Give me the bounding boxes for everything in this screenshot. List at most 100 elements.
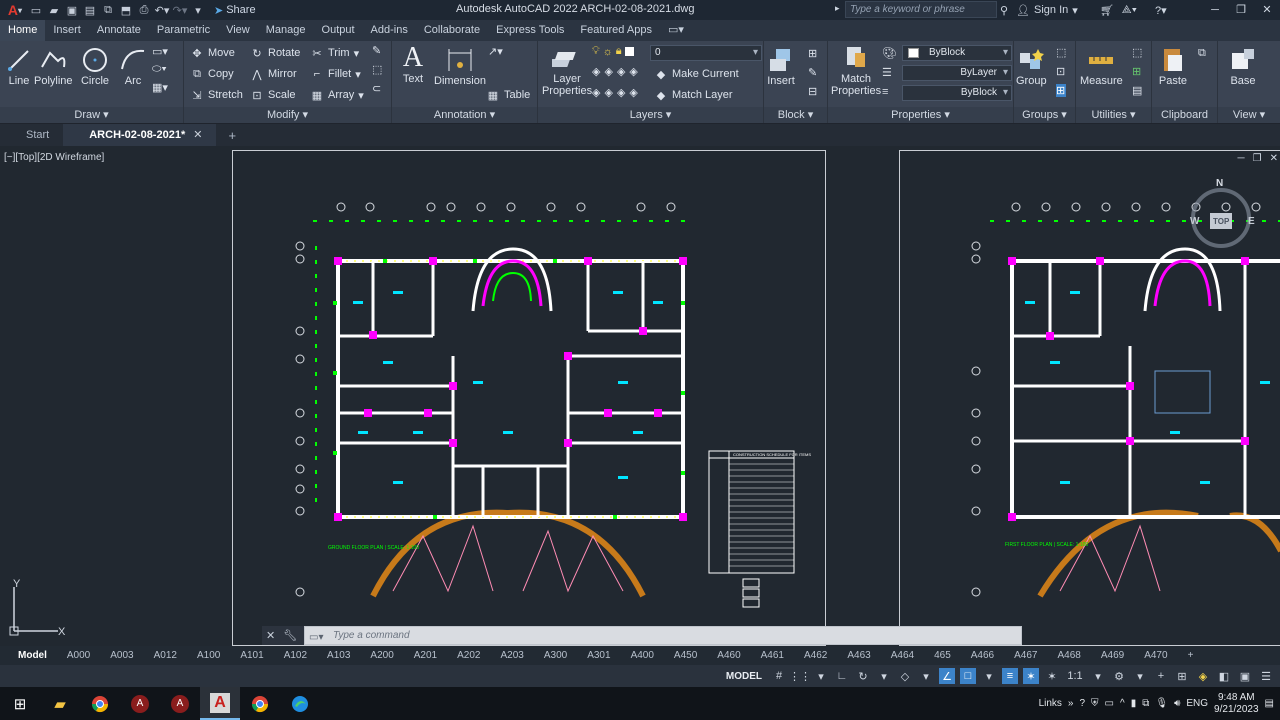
- isolate-objects-icon[interactable]: ◈: [1195, 668, 1211, 684]
- layer-dropdown[interactable]: 0: [650, 45, 762, 61]
- help-tray-icon[interactable]: ?: [1079, 698, 1085, 709]
- utilities-panel-label[interactable]: Utilities ▾: [1076, 107, 1151, 123]
- tab-collaborate[interactable]: Collaborate: [416, 20, 488, 41]
- chevron-down-icon[interactable]: ▾: [918, 668, 934, 684]
- layer-unlock-icon[interactable]: ◈: [604, 86, 612, 99]
- annotation-scale-icon[interactable]: ✶: [1044, 668, 1060, 684]
- layout-tab[interactable]: A103: [317, 646, 360, 665]
- group-select-icon[interactable]: ⊞: [1056, 84, 1067, 97]
- chevron-up-icon[interactable]: ^: [1120, 698, 1125, 709]
- modify-panel-label[interactable]: Modify ▾: [184, 107, 391, 123]
- fillet-button[interactable]: ⌐ Fillet ▾: [310, 65, 361, 83]
- file-explorer-icon[interactable]: ▰: [40, 687, 80, 720]
- tab-insert[interactable]: Insert: [45, 20, 89, 41]
- measure-tool[interactable]: Measure: [1080, 45, 1123, 87]
- layout-tab-model[interactable]: Model: [8, 646, 57, 665]
- array-button[interactable]: ▦ Array ▾: [310, 86, 364, 104]
- color-wheel-icon[interactable]: 🎨︎: [882, 46, 897, 60]
- workspace-gear-icon[interactable]: ⚙: [1111, 668, 1127, 684]
- command-prompt-icon[interactable]: ▭▾: [309, 629, 323, 646]
- create-block-icon[interactable]: ⊞: [808, 47, 817, 60]
- layout-tab[interactable]: A466: [961, 646, 1004, 665]
- annotation-panel-label[interactable]: Annotation ▾: [392, 107, 537, 123]
- windows-start-icon[interactable]: ⊞: [0, 687, 40, 720]
- calculator-icon[interactable]: ▤: [1132, 84, 1142, 97]
- hatch-icon[interactable]: ▦▾: [152, 81, 168, 94]
- tab-express-tools[interactable]: Express Tools: [488, 20, 572, 41]
- ribbon-toggle-icon[interactable]: ▭▾: [660, 20, 692, 41]
- chevron-down-icon[interactable]: ▾: [813, 668, 829, 684]
- tab-addins[interactable]: Add-ins: [363, 20, 416, 41]
- search-icon[interactable]: ⚲: [1000, 4, 1008, 17]
- rectangle-icon[interactable]: ▭▾: [152, 45, 168, 58]
- tab-start[interactable]: Start: [0, 124, 63, 146]
- shield-icon[interactable]: ⛨: [1091, 698, 1099, 709]
- table-button[interactable]: ▦ Table: [486, 86, 531, 104]
- match-layer-button[interactable]: ◆ Match Layer: [654, 86, 733, 104]
- tab-featured-apps[interactable]: Featured Apps: [572, 20, 660, 41]
- scale-value[interactable]: 1:1: [1065, 668, 1085, 684]
- group-tool[interactable]: Group: [1016, 45, 1047, 87]
- layout-tab[interactable]: A461: [751, 646, 794, 665]
- viewcube[interactable]: N TOP W E: [1186, 178, 1256, 248]
- layout-tab[interactable]: A450: [664, 646, 707, 665]
- chrome-profile-icon[interactable]: [240, 687, 280, 720]
- layout-tab[interactable]: A467: [1004, 646, 1047, 665]
- edge-icon[interactable]: [280, 687, 320, 720]
- links-toolbar[interactable]: Links: [1039, 698, 1062, 709]
- tab-active-drawing[interactable]: ARCH-02-08-2021* ✕: [63, 124, 217, 146]
- viewcube-top-face[interactable]: TOP: [1213, 217, 1229, 226]
- ungroup-icon[interactable]: ⬚: [1056, 46, 1066, 59]
- annotation-visibility-icon[interactable]: ✶: [1023, 668, 1039, 684]
- layout-tab[interactable]: A468: [1047, 646, 1090, 665]
- polyline-tool[interactable]: Polyline: [34, 45, 73, 87]
- volume-icon[interactable]: 🔊︎: [1174, 698, 1180, 709]
- leader-icon[interactable]: ↗▾: [488, 45, 503, 58]
- close-tab-icon[interactable]: ✕: [193, 129, 202, 141]
- plus-icon[interactable]: +: [1153, 668, 1169, 684]
- model-space-button[interactable]: MODEL: [722, 671, 766, 682]
- viewport-close-icon[interactable]: ✕: [1270, 153, 1278, 164]
- layout-tab[interactable]: A203: [490, 646, 533, 665]
- plot-icon[interactable]: ⎙: [136, 2, 152, 18]
- lightbulb-icon[interactable]: 💡︎: [592, 45, 600, 58]
- match-properties-tool[interactable]: Match Properties: [831, 43, 881, 97]
- chevron-right-icon[interactable]: ▸: [835, 3, 840, 14]
- circle-tool[interactable]: Circle: [80, 45, 110, 87]
- restore-icon[interactable]: ❐: [1228, 0, 1254, 20]
- clipboard-panel-label[interactable]: Clipboard: [1152, 107, 1217, 123]
- scale-button[interactable]: ⊡ Scale: [250, 86, 295, 104]
- lineweight-toggle-icon[interactable]: ≡: [1002, 668, 1018, 684]
- chevron-down-icon[interactable]: ▾: [1132, 668, 1148, 684]
- folder-tray-icon[interactable]: ▭: [1105, 698, 1114, 709]
- insert-tool[interactable]: Insert: [766, 45, 796, 87]
- object-snap-tracking-icon[interactable]: ∠: [939, 668, 955, 684]
- tab-output[interactable]: Output: [314, 20, 363, 41]
- layout-tab[interactable]: A301: [577, 646, 620, 665]
- layer-walk-icon[interactable]: ◈: [592, 86, 600, 99]
- autocad-2022-active-icon[interactable]: A: [200, 687, 240, 720]
- layout-tab[interactable]: A463: [837, 646, 880, 665]
- units-icon[interactable]: ⊞: [1174, 668, 1190, 684]
- autocad-logo-icon[interactable]: A ▾: [4, 1, 26, 19]
- redo-icon[interactable]: ↷▾: [172, 2, 188, 18]
- layout-tab[interactable]: A201: [404, 646, 447, 665]
- network-icon[interactable]: ⧉: [1142, 698, 1149, 709]
- layout-tab[interactable]: 465: [924, 646, 961, 665]
- tab-parametric[interactable]: Parametric: [149, 20, 218, 41]
- erase-icon[interactable]: ✎: [372, 44, 382, 57]
- select-all-icon[interactable]: ⊞: [1132, 65, 1142, 78]
- polar-icon[interactable]: ↻: [855, 668, 871, 684]
- lineweight-icon[interactable]: ≡: [882, 86, 888, 98]
- offset-icon[interactable]: ⊂: [372, 82, 382, 95]
- layout-tab[interactable]: A462: [794, 646, 837, 665]
- arc-tool[interactable]: Arc: [118, 45, 148, 87]
- make-current-button[interactable]: ◆ Make Current: [654, 65, 739, 83]
- graphics-performance-icon[interactable]: ◧: [1216, 668, 1232, 684]
- close-cmd-icon[interactable]: ✕: [266, 629, 275, 642]
- tab-view[interactable]: View: [218, 20, 258, 41]
- new-file-icon[interactable]: ▭: [28, 2, 44, 18]
- battery-icon[interactable]: ▮: [1131, 698, 1137, 709]
- isodraft-icon[interactable]: ◇: [897, 668, 913, 684]
- layer-properties-tool[interactable]: Layer Properties: [542, 43, 592, 97]
